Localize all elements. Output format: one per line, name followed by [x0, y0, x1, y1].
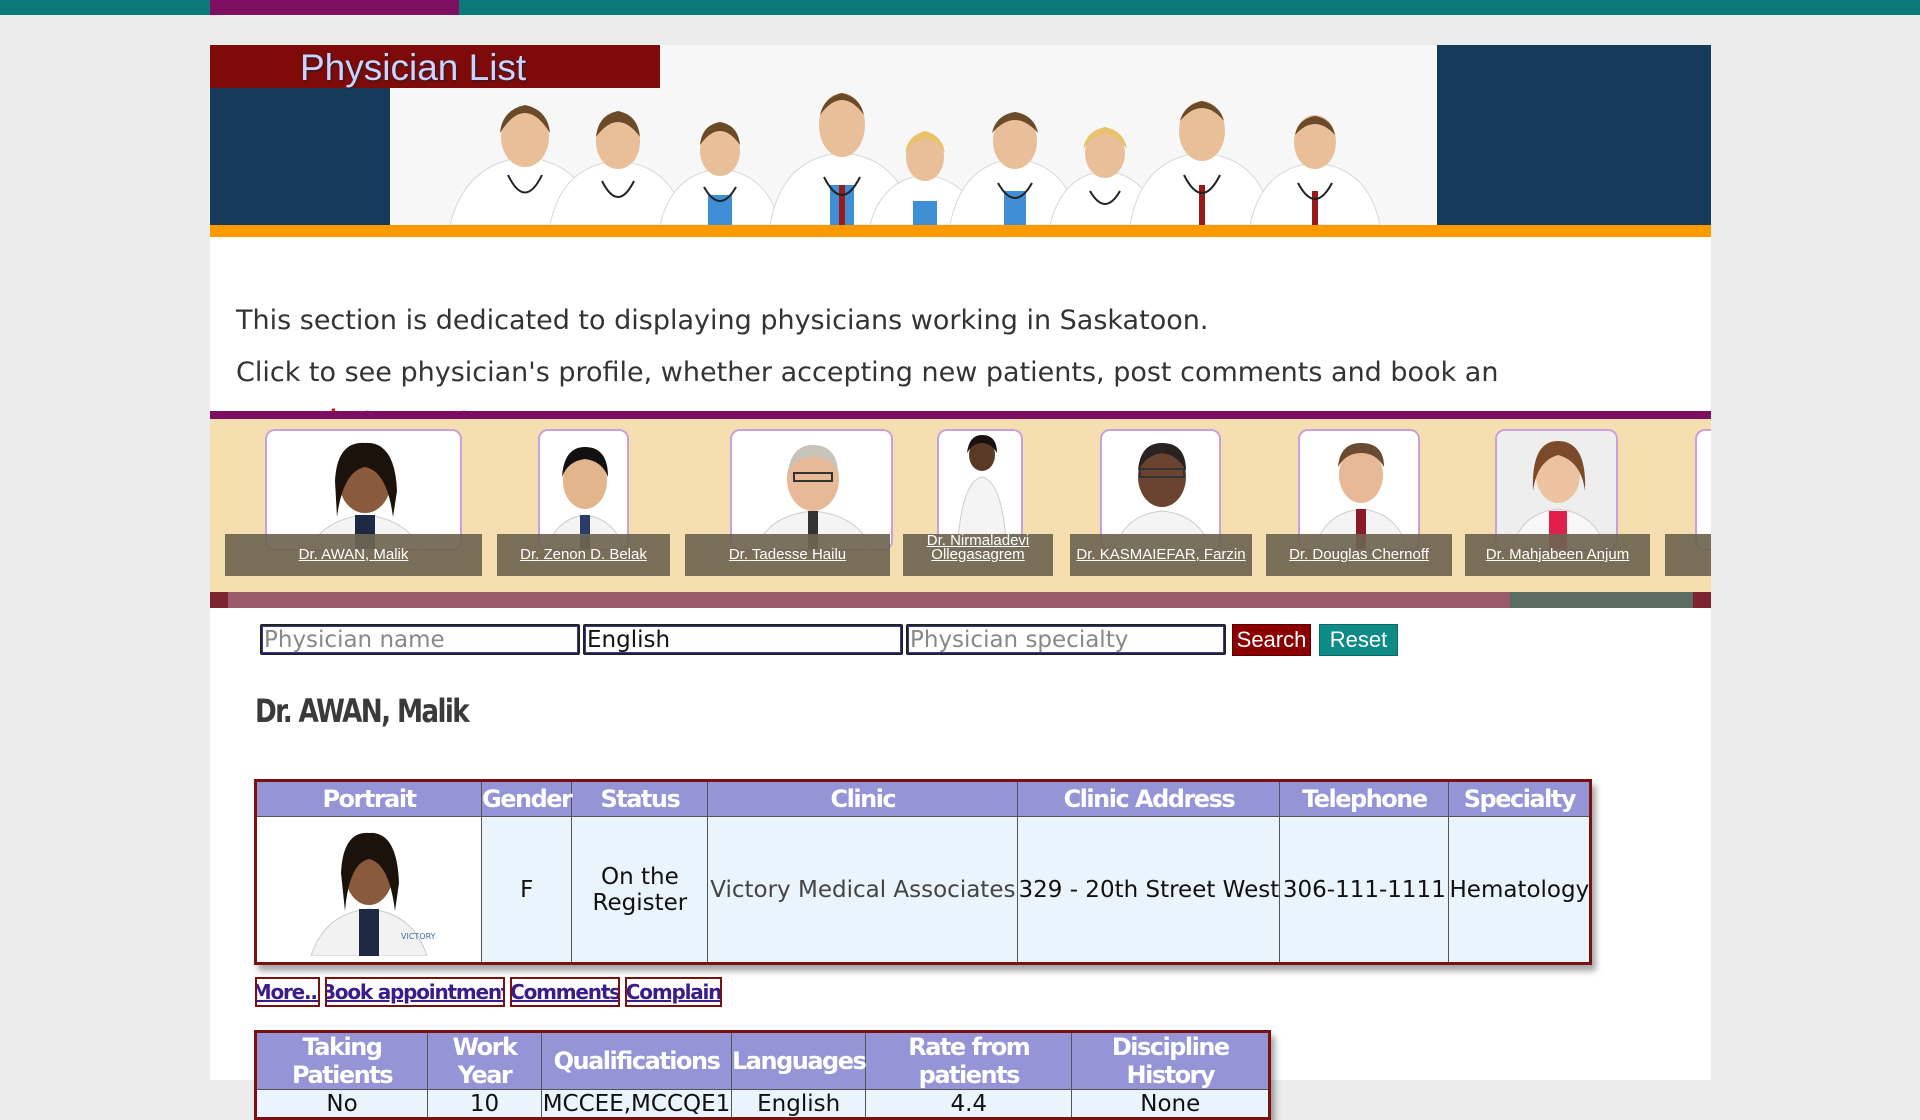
- specialty-input[interactable]: [906, 624, 1226, 655]
- physician-thumbnail[interactable]: [265, 429, 462, 551]
- carousel-label-box: Dr. KASMAIEFAR, Farzin: [1070, 534, 1252, 576]
- intro-line-2-text: Click to see physician's profile, whethe…: [236, 357, 1499, 388]
- physician-portrait-icon: [1102, 431, 1219, 549]
- languages-cell: English: [730, 1089, 867, 1119]
- carousel-label-box: Dr. Douglas Chernoff: [1266, 534, 1452, 576]
- search-button[interactable]: Search: [1232, 624, 1311, 656]
- physician-link[interactable]: Dr. Nirmaladevi Ollegasagrem: [903, 533, 1053, 562]
- physician-link[interactable]: Dr. Zenon D. Belak: [520, 547, 647, 562]
- complain-button[interactable]: Complain: [625, 977, 722, 1007]
- carousel-label-box: Dr. Mahjabeen Anjum: [1465, 534, 1650, 576]
- physician-thumbnail[interactable]: [1100, 429, 1221, 551]
- header-telephone: Telephone: [1279, 780, 1450, 817]
- header-work-year: Work Year: [427, 1031, 542, 1090]
- clinic-address-cell: 329 - 20th Street West: [1017, 816, 1281, 964]
- top-stripe: [0, 0, 1920, 15]
- reset-button[interactable]: Reset: [1319, 624, 1398, 656]
- banner-title-box: Physician List: [210, 45, 660, 88]
- header-specialty: Specialty: [1448, 780, 1592, 817]
- table-row: No 10 MCCEE,MCCQE1 English 4.4 None: [255, 1089, 1271, 1119]
- search-bar: Search Reset: [260, 624, 1460, 656]
- physician-portrait-icon: [267, 431, 460, 549]
- telephone-cell: 306-111-1111: [1279, 816, 1450, 964]
- carousel-label-box: [1665, 534, 1711, 576]
- svg-text:VICTORY: VICTORY: [401, 932, 436, 941]
- physician-name-input[interactable]: [260, 624, 580, 655]
- clinic-cell: Victory Medical Associates: [707, 816, 1019, 964]
- physician-portrait-icon: [540, 431, 627, 549]
- rate-cell: 4.4: [865, 1089, 1073, 1119]
- physician-details-table: Taking Patients Work Year Qualifications…: [254, 1030, 1272, 1120]
- physician-link[interactable]: Dr. Mahjabeen Anjum: [1486, 547, 1629, 562]
- header-taking-patients: Taking Patients: [255, 1031, 428, 1090]
- header-gender: Gender: [480, 780, 573, 817]
- physician-thumbnail[interactable]: [538, 429, 629, 551]
- table-header-row: Taking Patients Work Year Qualifications…: [255, 1031, 1271, 1090]
- carousel-top-border: [210, 411, 1711, 419]
- physician-thumbnail[interactable]: [1495, 429, 1618, 551]
- taking-patients-cell: No: [255, 1089, 428, 1119]
- header-clinic: Clinic: [707, 780, 1019, 817]
- header-status: Status: [571, 780, 709, 817]
- page-title: Physician List: [300, 47, 527, 88]
- scrollbar-thumb[interactable]: [1510, 592, 1693, 608]
- specialty-cell: Hematology: [1448, 816, 1592, 964]
- intro-line-1: This section is dedicated to displaying …: [236, 305, 1209, 336]
- header-qualifications: Qualifications: [541, 1031, 732, 1090]
- portrait-cell: VICTORY: [255, 816, 482, 964]
- physician-link[interactable]: Dr. AWAN, Malik: [299, 547, 409, 562]
- work-year-cell: 10: [427, 1089, 542, 1119]
- physician-portrait-icon: [1300, 431, 1418, 549]
- carousel-label-box: Dr. Tadesse Hailu: [685, 534, 890, 576]
- page-container: Physician List This section is dedicated…: [210, 45, 1711, 1120]
- table-row: VICTORY F On the Register Victory Medica…: [255, 816, 1592, 964]
- status-cell: On the Register: [571, 816, 709, 964]
- more-button[interactable]: More...: [255, 977, 320, 1007]
- physician-name-heading: Dr. AWAN, Malik: [255, 692, 470, 730]
- header-rate: Rate from patients: [865, 1031, 1073, 1090]
- physician-thumbnail[interactable]: [730, 429, 893, 551]
- physician-link[interactable]: Dr. Tadesse Hailu: [729, 547, 846, 562]
- physician-portrait-image: VICTORY: [289, 817, 449, 957]
- physician-link[interactable]: Dr. Douglas Chernoff: [1289, 547, 1429, 562]
- scroll-right-arrow[interactable]: [1693, 592, 1711, 608]
- physician-carousel: Dr. AWAN, Malik Dr. Zenon D. Belak Dr. T…: [210, 419, 1711, 592]
- carousel-label-box: Dr. Nirmaladevi Ollegasagrem: [903, 533, 1053, 576]
- qualifications-cell: MCCEE,MCCQE1: [541, 1089, 732, 1119]
- header-discipline-history: Discipline History: [1071, 1031, 1271, 1090]
- header-languages: Languages: [730, 1031, 867, 1090]
- physician-portrait-icon: [732, 431, 891, 549]
- physician-thumbnail[interactable]: [1695, 429, 1711, 551]
- table-header-row: Portrait Gender Status Clinic Clinic Add…: [255, 780, 1592, 817]
- banner: Physician List: [210, 45, 1711, 237]
- physician-info-table: Portrait Gender Status Clinic Clinic Add…: [254, 779, 1593, 965]
- header-clinic-address: Clinic Address: [1017, 780, 1281, 817]
- physician-thumbnail[interactable]: [1298, 429, 1420, 551]
- book-appointment-button[interactable]: Book appointment: [325, 977, 505, 1007]
- scroll-left-arrow[interactable]: [210, 592, 228, 608]
- discipline-history-cell: None: [1071, 1089, 1271, 1119]
- gender-cell: F: [480, 816, 573, 964]
- carousel-scrollbar[interactable]: [210, 592, 1711, 608]
- physician-link[interactable]: Dr. KASMAIEFAR, Farzin: [1076, 547, 1245, 562]
- carousel-label-box: Dr. AWAN, Malik: [225, 534, 482, 576]
- header-portrait: Portrait: [255, 780, 482, 817]
- banner-divider: [210, 225, 1711, 237]
- carousel-label-box: Dr. Zenon D. Belak: [497, 534, 670, 576]
- top-stripe-accent: [210, 0, 459, 15]
- comments-button[interactable]: Comments: [510, 977, 620, 1007]
- physician-portrait-icon: [1497, 431, 1616, 549]
- language-input[interactable]: [583, 624, 903, 655]
